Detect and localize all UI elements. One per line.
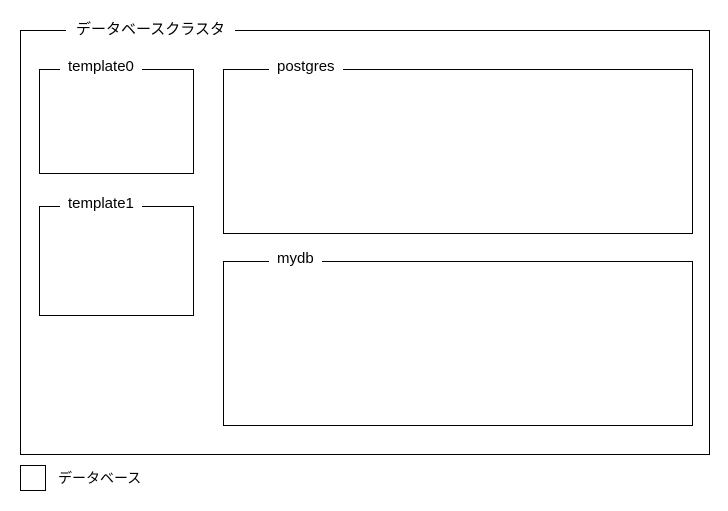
- legend-box-icon: [20, 465, 46, 491]
- database-cluster-box: データベースクラスタ template0 template1 postgres …: [20, 30, 710, 455]
- database-template0-label: template0: [60, 58, 142, 75]
- legend-label: データベース: [58, 468, 141, 488]
- cluster-title: データベースクラスタ: [66, 18, 235, 39]
- database-postgres-box: postgres: [223, 69, 693, 234]
- legend: データベース: [20, 465, 708, 491]
- database-template1-label: template1: [60, 195, 142, 212]
- database-mydb-label: mydb: [269, 250, 322, 267]
- database-mydb-box: mydb: [223, 261, 693, 426]
- database-template0-box: template0: [39, 69, 194, 174]
- database-template1-box: template1: [39, 206, 194, 316]
- database-postgres-label: postgres: [269, 58, 343, 75]
